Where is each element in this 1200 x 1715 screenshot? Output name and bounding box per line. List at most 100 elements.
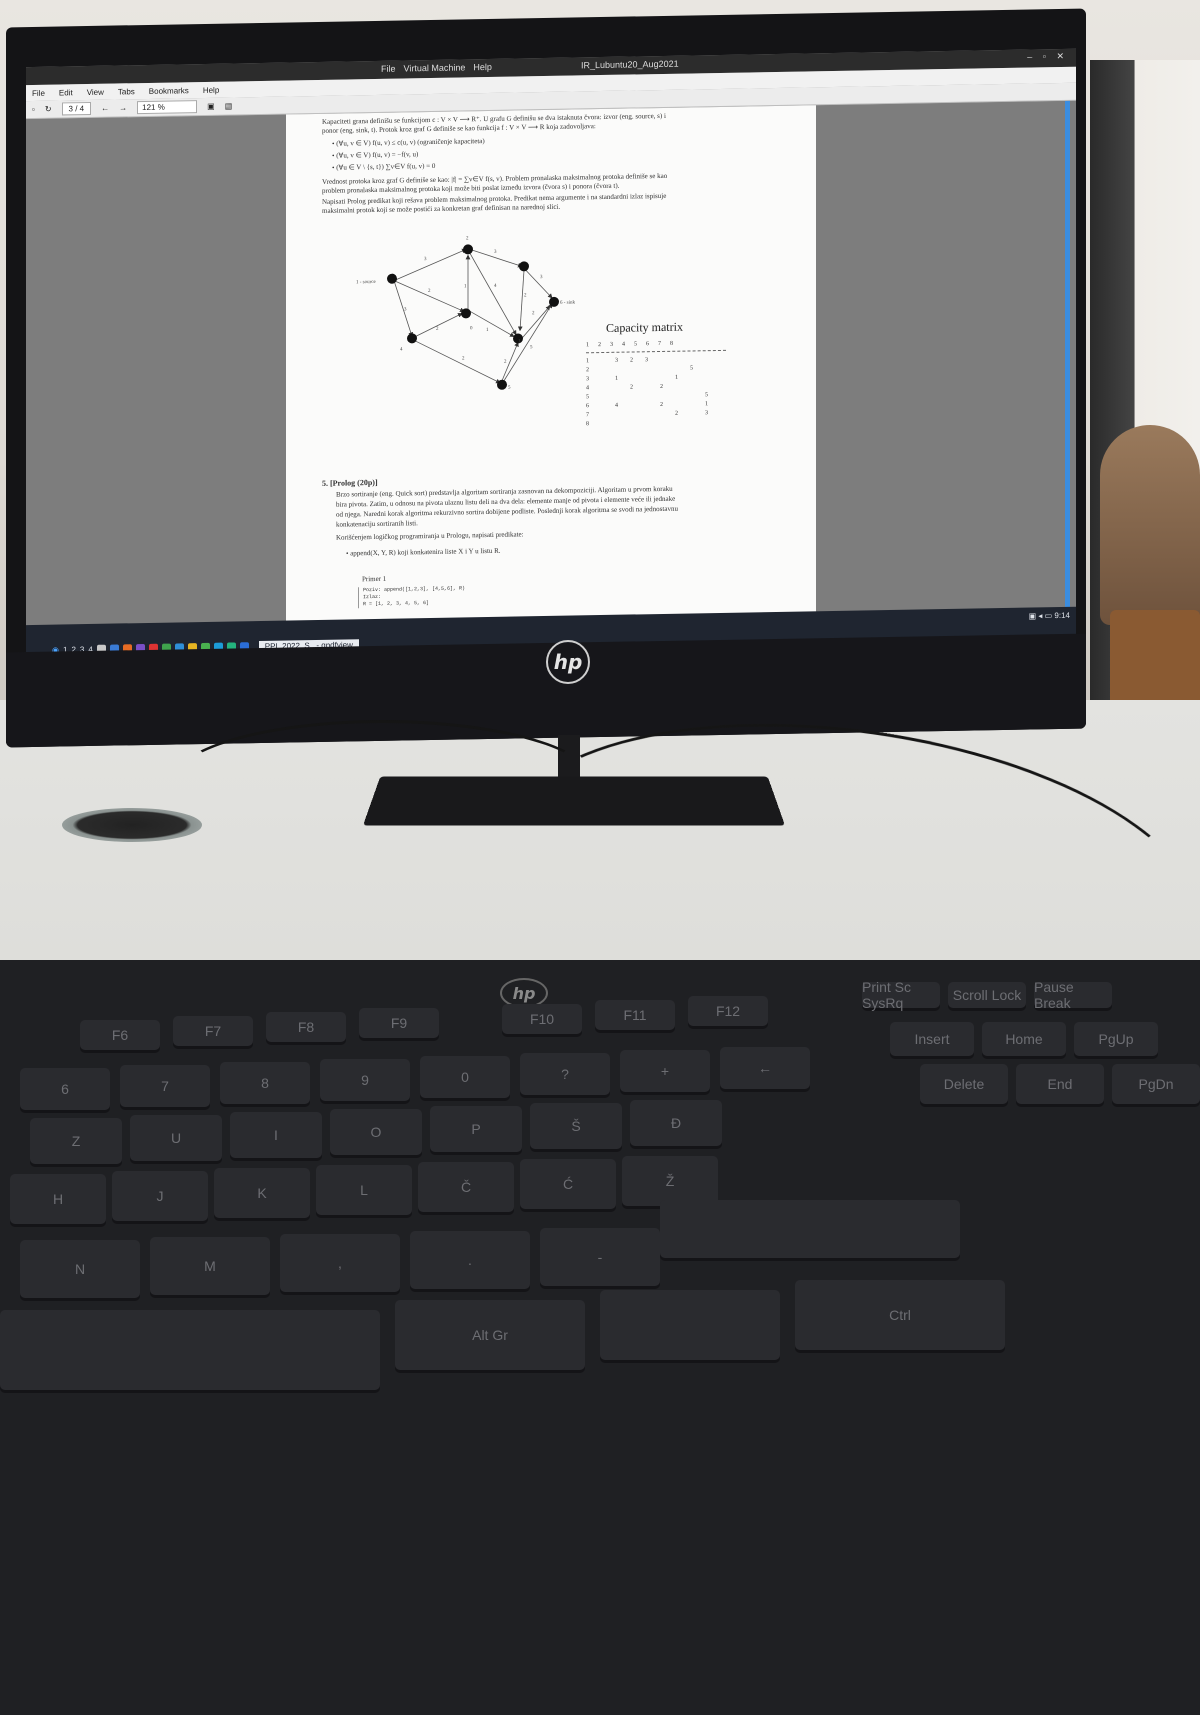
- letter-key[interactable]: K: [214, 1168, 310, 1218]
- letter-key[interactable]: -: [540, 1228, 660, 1286]
- letter-key[interactable]: P: [430, 1106, 522, 1152]
- network-icon[interactable]: ▣: [1029, 611, 1037, 620]
- matrix-row-label: 7: [586, 412, 589, 419]
- matrix-cell: 1: [675, 374, 678, 381]
- function-key[interactable]: F6: [80, 1020, 160, 1050]
- letter-key[interactable]: Ž: [622, 1156, 718, 1206]
- person-background: [1100, 425, 1200, 625]
- menu-key[interactable]: [600, 1290, 780, 1360]
- enter-key[interactable]: [660, 1200, 960, 1258]
- system-key[interactable]: Scroll Lock: [948, 982, 1026, 1008]
- screen: File Virtual Machine Help IR_Lubuntu20_A…: [26, 48, 1076, 658]
- matrix-cell: 3: [615, 357, 618, 364]
- matrix-row-label: 1: [586, 358, 589, 365]
- letter-key[interactable]: Z: [30, 1118, 122, 1164]
- menu-bookmarks[interactable]: Bookmarks: [149, 86, 189, 96]
- battery-icon[interactable]: ▭: [1045, 611, 1053, 620]
- alt-gr-key[interactable]: Alt Gr: [395, 1300, 585, 1370]
- matrix-row-label: 5: [586, 394, 589, 401]
- next-page-icon[interactable]: →: [119, 103, 127, 112]
- edge-label: 2: [428, 289, 431, 294]
- previous-page-icon[interactable]: ←: [101, 104, 109, 113]
- vm-menu-virtual-machine[interactable]: Virtual Machine: [404, 62, 466, 73]
- letter-key[interactable]: Š: [530, 1103, 622, 1149]
- letter-key[interactable]: M: [150, 1237, 270, 1295]
- function-key[interactable]: F10: [502, 1004, 582, 1034]
- graph-node-sink: [549, 296, 559, 307]
- vm-window-controls[interactable]: – ▫ ✕: [1027, 51, 1068, 63]
- letter-key[interactable]: Đ: [630, 1100, 722, 1146]
- menu-edit[interactable]: Edit: [59, 88, 73, 97]
- letter-key[interactable]: N: [20, 1240, 140, 1298]
- navigation-key[interactable]: End: [1016, 1064, 1104, 1104]
- number-key[interactable]: ←: [720, 1047, 810, 1089]
- navigation-key[interactable]: PgUp: [1074, 1022, 1158, 1056]
- open-icon[interactable]: ▫: [32, 105, 35, 114]
- letter-key[interactable]: L: [316, 1165, 412, 1215]
- system-tray: ▣ ◂ ▭ 9:14: [1029, 611, 1070, 621]
- letter-key[interactable]: Ć: [520, 1159, 616, 1209]
- system-key[interactable]: Print Sc SysRq: [862, 979, 940, 1011]
- vertical-scrollbar[interactable]: [1065, 100, 1070, 607]
- source-label: 1 - source: [356, 280, 376, 285]
- vm-menu-file[interactable]: File: [381, 64, 396, 74]
- page-number-field[interactable]: 3 / 4: [61, 101, 92, 116]
- navigation-key[interactable]: Delete: [920, 1064, 1008, 1104]
- menu-view[interactable]: View: [87, 87, 104, 96]
- letter-key[interactable]: O: [330, 1109, 422, 1155]
- number-key[interactable]: 6: [20, 1068, 110, 1110]
- flow-network-graph: 1 - source 6 - sink 3 2 3 1 2 3 4 2 0 1 …: [356, 236, 575, 390]
- number-key[interactable]: 7: [120, 1065, 210, 1107]
- menu-help[interactable]: Help: [203, 85, 219, 94]
- number-key[interactable]: 0: [420, 1056, 510, 1098]
- graph-edge: [393, 248, 467, 282]
- bullet-item: • (∀u ∈ V \ {s, t}) ∑v∈V f(u, v) = 0: [332, 161, 436, 172]
- refresh-icon[interactable]: ↻: [45, 105, 52, 114]
- letter-key[interactable]: Č: [418, 1162, 514, 1212]
- matrix-cell: 2: [675, 410, 678, 417]
- letter-key[interactable]: ,: [280, 1234, 400, 1292]
- function-key[interactable]: F12: [688, 996, 768, 1026]
- menu-file[interactable]: File: [32, 88, 45, 97]
- monitor-chin: [6, 633, 1086, 748]
- matrix-cell: 5: [690, 365, 693, 372]
- edge-label: 2: [462, 356, 465, 361]
- menu-tabs[interactable]: Tabs: [118, 87, 135, 96]
- volume-icon[interactable]: ◂: [1038, 611, 1042, 620]
- navigation-key[interactable]: Insert: [890, 1022, 974, 1056]
- space-key[interactable]: [0, 1310, 380, 1390]
- number-key[interactable]: +: [620, 1050, 710, 1092]
- navigation-key[interactable]: PgDn: [1112, 1064, 1200, 1104]
- matrix-cell: 4: [615, 402, 618, 409]
- navigation-key[interactable]: Home: [982, 1022, 1066, 1056]
- edge-label: 5: [530, 345, 533, 350]
- system-key[interactable]: Pause Break: [1034, 979, 1112, 1011]
- edge-label: 4: [400, 347, 403, 352]
- letter-key[interactable]: U: [130, 1115, 222, 1161]
- letter-key[interactable]: .: [410, 1231, 530, 1289]
- fit-page-icon[interactable]: ▣: [207, 102, 215, 111]
- letter-key[interactable]: I: [230, 1112, 322, 1158]
- edge-label: 1: [464, 284, 467, 289]
- matrix-cell: 3: [645, 357, 648, 364]
- bullet-item: • (∀u, v ∈ V) f(u, v) ≤ c(u, v) (ogranič…: [332, 137, 485, 148]
- graph-node: [519, 261, 529, 272]
- example-code: Poziv: append([1,2,3], [4,5,6], R) Izlaz…: [358, 585, 466, 609]
- vm-menu-help[interactable]: Help: [473, 62, 492, 72]
- ctrl-key[interactable]: Ctrl: [795, 1280, 1005, 1350]
- function-key[interactable]: F8: [266, 1012, 346, 1042]
- fit-width-icon[interactable]: ▤: [225, 101, 233, 110]
- monitor: File Virtual Machine Help IR_Lubuntu20_A…: [6, 8, 1086, 748]
- function-key[interactable]: F7: [173, 1016, 253, 1046]
- function-key[interactable]: F11: [595, 1000, 675, 1030]
- number-key[interactable]: 8: [220, 1062, 310, 1104]
- matrix-cell: 2: [660, 383, 663, 391]
- clock[interactable]: 9:14: [1054, 611, 1070, 620]
- number-key[interactable]: 9: [320, 1059, 410, 1101]
- number-key[interactable]: ?: [520, 1053, 610, 1095]
- letter-key[interactable]: H: [10, 1174, 106, 1224]
- function-key[interactable]: F9: [359, 1008, 439, 1038]
- section-bullet: • append(X, Y, R) koji konkatenira liste…: [346, 546, 501, 558]
- zoom-select[interactable]: 121 %: [137, 100, 198, 115]
- letter-key[interactable]: J: [112, 1171, 208, 1221]
